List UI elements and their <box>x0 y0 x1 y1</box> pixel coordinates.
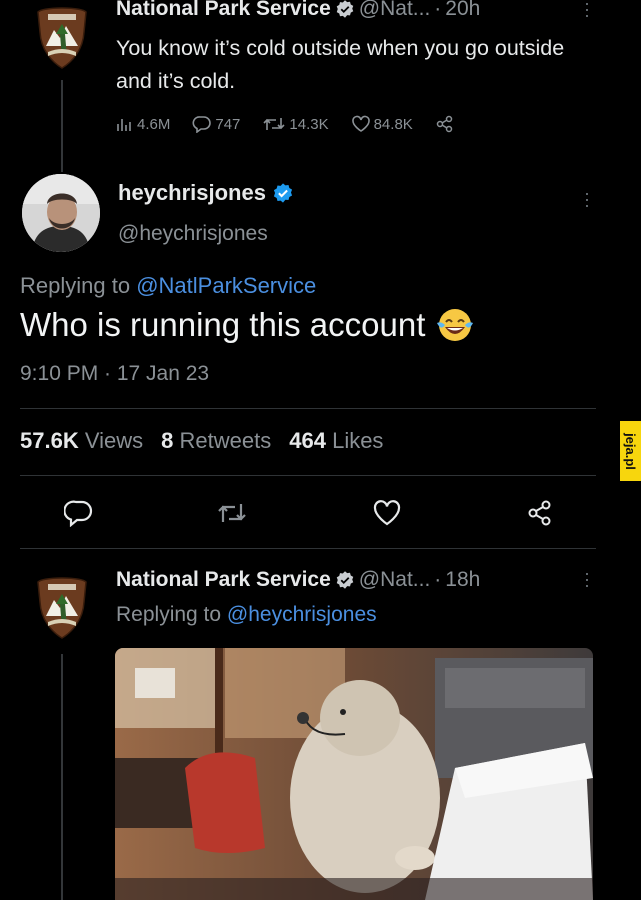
share-icon <box>528 500 551 526</box>
separator-dot: · <box>434 0 442 20</box>
views-value: 57.6K <box>20 428 79 453</box>
retweet-icon <box>218 504 246 522</box>
divider <box>20 475 596 476</box>
retweet-icon <box>263 118 285 130</box>
tweet1-more-icon[interactable]: · · · <box>584 0 590 24</box>
retweets-label: Retweets <box>179 428 272 453</box>
views-count: 4.6M <box>137 115 171 133</box>
tweet1-author-handle[interactable]: @Nat... <box>359 0 431 21</box>
like-action-button[interactable] <box>372 499 402 532</box>
likes-value: 464 <box>289 428 326 453</box>
engagement-counts: 57.6K Views 8 Retweets 464 Likes <box>20 428 383 454</box>
main-tweet-text: Who is running this account <box>20 306 426 343</box>
reply-author-name[interactable]: National Park Service <box>116 568 331 592</box>
user-avatar[interactable] <box>22 174 100 252</box>
laughing-crying-emoji-icon <box>437 309 474 341</box>
main-author-name-row: heychrisjones <box>118 180 294 206</box>
views-stat[interactable]: 4.6M <box>116 115 170 133</box>
like-stat[interactable]: 84.8K <box>351 115 413 133</box>
replying-mention-link[interactable]: @heychrisjones <box>227 603 377 626</box>
nps-avatar[interactable] <box>36 576 88 640</box>
reply-more-icon[interactable]: · · · <box>584 564 590 594</box>
divider <box>20 548 596 549</box>
separator-dot: · <box>434 568 442 591</box>
reply-author-handle[interactable]: @Nat... <box>359 568 431 592</box>
tweet1-text: You know it’s cold outside when you go o… <box>116 36 565 93</box>
tweet1-time[interactable]: 20h <box>445 0 480 21</box>
divider <box>20 408 596 409</box>
retweet-action-button[interactable] <box>216 499 248 532</box>
replying-prefix: Replying to <box>116 603 222 626</box>
heart-icon <box>373 500 401 526</box>
tweet1-stats: 4.6M 747 14.3K 84.8K <box>116 115 480 133</box>
reply-tweet-header: National Park Service @Nat... · 18h <box>116 568 480 592</box>
heart-icon <box>351 115 370 132</box>
reply-replying-to: Replying to @heychrisjones <box>116 603 377 627</box>
main-tweet-timestamp[interactable]: 9:10 PM · 17 Jan 23 <box>20 362 209 386</box>
views-count-group[interactable]: 57.6K Views <box>20 428 143 453</box>
replying-mention-link[interactable]: @NatlParkService <box>136 273 316 298</box>
reply-count: 747 <box>215 115 241 133</box>
tweet1-header: National Park Service @Nat... · 20h <box>116 0 480 21</box>
verified-badge-icon <box>336 571 354 589</box>
likes-label: Likes <box>332 428 384 453</box>
thread-line-bottom <box>61 654 63 900</box>
watermark-badge: jeja.pl <box>620 421 641 481</box>
reply-stat[interactable]: 747 <box>192 115 240 133</box>
verified-badge-icon <box>336 0 354 18</box>
main-replying-to: Replying to @NatlParkService <box>20 273 316 299</box>
likes-count-group[interactable]: 464 Likes <box>289 428 383 453</box>
reply-icon <box>63 500 93 528</box>
like-count: 84.8K <box>373 115 413 133</box>
retweets-count-group[interactable]: 8 Retweets <box>161 428 271 453</box>
main-tweet-text-row: Who is running this account <box>20 305 475 345</box>
analytics-icon <box>117 119 131 131</box>
watermark-text: jeja.pl <box>623 432 639 470</box>
main-author-name[interactable]: heychrisjones <box>118 180 266 206</box>
retweet-stat[interactable]: 14.3K <box>262 115 329 133</box>
reply-media-image[interactable] <box>115 648 593 900</box>
nps-avatar[interactable] <box>36 6 88 70</box>
share-stat[interactable] <box>435 115 458 133</box>
reply-icon <box>192 116 212 133</box>
retweet-count: 14.3K <box>289 115 329 133</box>
main-tweet-more-icon[interactable]: · · · <box>584 184 590 214</box>
reply-time[interactable]: 18h <box>445 568 480 592</box>
thread-line-top <box>61 80 63 172</box>
share-icon <box>436 115 453 133</box>
main-author-handle[interactable]: @heychrisjones <box>118 222 268 246</box>
verified-badge-icon <box>273 183 293 203</box>
share-action-button[interactable] <box>526 499 554 532</box>
retweets-value: 8 <box>161 428 174 453</box>
views-label: Views <box>84 428 144 453</box>
replying-prefix: Replying to <box>20 273 131 298</box>
tweet1-author-name[interactable]: National Park Service <box>116 0 331 21</box>
reply-action-button[interactable] <box>63 499 94 532</box>
